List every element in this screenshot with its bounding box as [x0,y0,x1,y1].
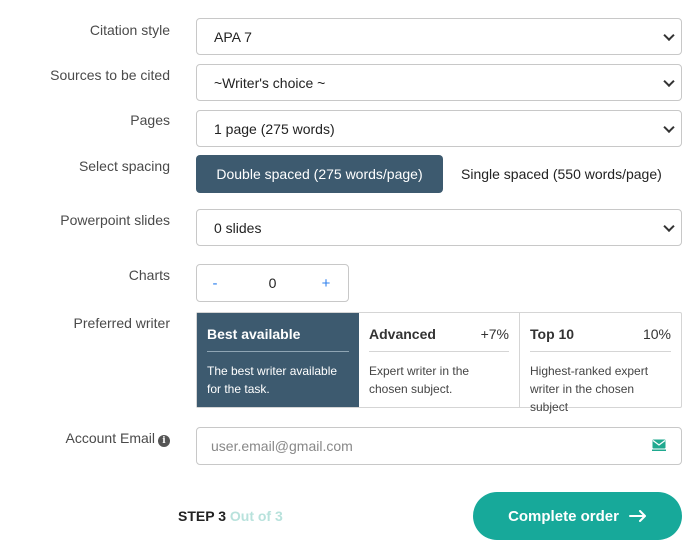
chevron-down-icon [663,220,675,232]
divider [207,351,349,352]
chevron-down-icon [663,121,675,133]
writer-option-desc: Expert writer in the chosen subject. [369,364,470,396]
step-label: STEP 3 [178,508,226,524]
charts-decrement-button[interactable]: - [199,265,231,301]
pages-value: 1 page (275 words) [214,120,335,137]
writer-label: Preferred writer [73,315,170,331]
citation-style-label: Citation style [89,22,170,38]
writer-option-price: +7% [480,326,509,342]
step-indicator: STEP 3 Out of 3 [178,508,283,524]
complete-order-button[interactable]: Complete order [473,492,682,540]
charts-stepper: - 0 + [196,264,349,302]
divider [530,351,671,352]
sources-select[interactable]: ~Writer's choice ~ [196,64,682,101]
charts-label: Charts [128,267,170,283]
charts-increment-button[interactable]: + [310,265,342,301]
spacing-option-single[interactable]: Single spaced (550 words/page) [461,155,662,193]
writer-option-advanced[interactable]: Advanced +7% Expert writer in the chosen… [359,313,520,407]
complete-order-label: Complete order [508,507,619,525]
pages-label: Pages [130,112,170,128]
slides-select[interactable]: 0 slides [196,209,682,246]
slides-value: 0 slides [214,219,262,236]
mail-icon [652,439,666,451]
writer-option-desc: The best writer available for the task. [207,364,338,396]
writer-option-title: Top 10 [530,326,575,342]
spacing-option-double[interactable]: Double spaced (275 words/page) [196,155,443,193]
divider [369,351,509,352]
sources-label: Sources to be cited [50,67,170,83]
citation-style-value: APA 7 [214,28,252,45]
writer-option-best-available[interactable]: Best available The best writer available… [197,313,359,407]
chevron-down-icon [663,29,675,41]
pages-select[interactable]: 1 page (275 words) [196,110,682,147]
writer-option-title: Best available [207,326,301,342]
spacing-label: Select spacing [78,158,170,174]
citation-style-select[interactable]: APA 7 [196,18,682,55]
info-icon[interactable]: i [158,435,170,447]
writer-option-desc: Highest-ranked expert writer in the chos… [530,364,649,414]
chevron-down-icon [663,75,675,87]
step-total: Out of 3 [229,508,283,524]
sources-value: ~Writer's choice ~ [214,74,326,91]
writer-options: Best available The best writer available… [196,312,682,414]
email-label: Account Email i [66,430,170,447]
slides-label: Powerpoint slides [60,212,170,228]
writer-option-price: 10% [642,326,671,342]
writer-option-top-10[interactable]: Top 10 10% Highest-ranked expert writer … [520,313,681,414]
email-input[interactable] [196,427,682,465]
arrow-right-icon [628,510,646,522]
email-label-text: Account Email [65,430,155,446]
writer-option-title: Advanced [369,326,436,342]
